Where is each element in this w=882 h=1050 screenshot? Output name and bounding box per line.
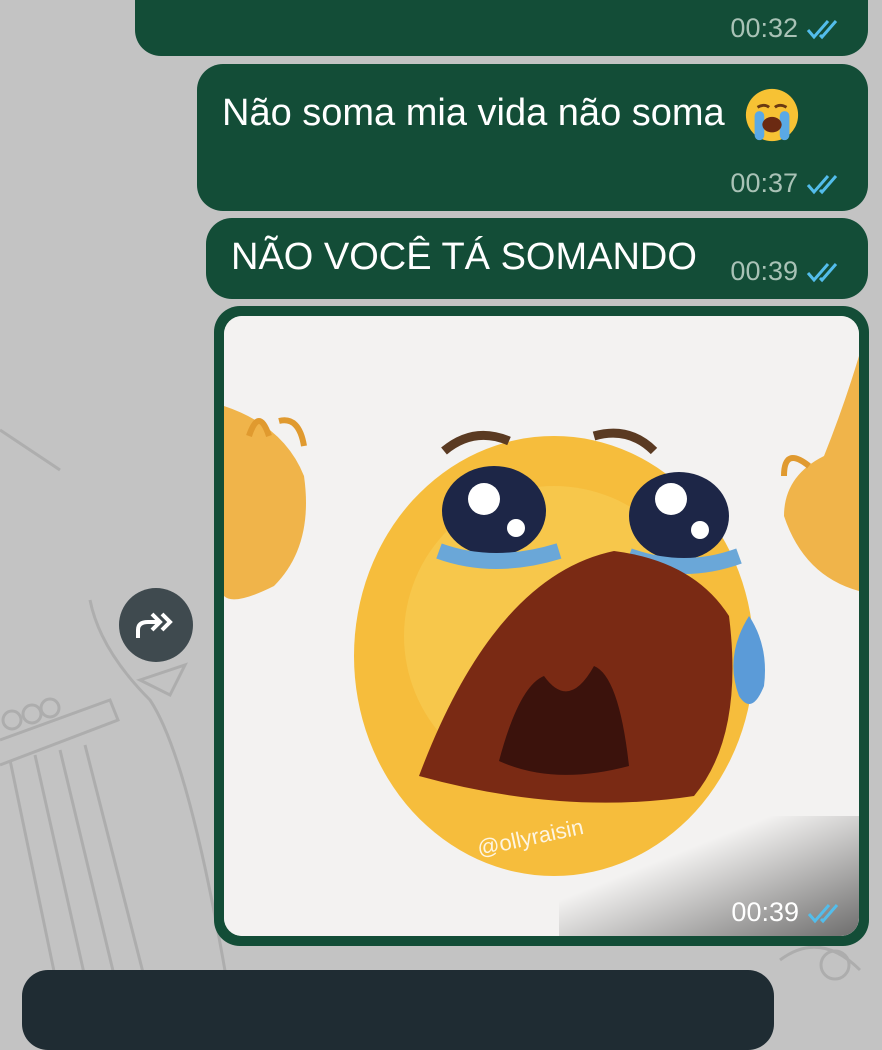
loudly-crying-face-emoji [746,88,799,142]
message-time: 00:32 [730,13,798,43]
message-text: NÃO VOCÊ TÁ SOMANDO [231,236,697,278]
message-meta: 00:37 [730,168,846,199]
outgoing-message-bubble[interactable]: 00:32 [135,0,868,56]
outgoing-message-bubble[interactable]: Não soma mia vida não soma 00:37 [197,64,868,211]
double-check-read-icon [806,262,838,282]
message-meta: 00:39 [731,897,847,928]
message-text: Não soma mia vida não soma [222,92,725,135]
double-check-read-icon [806,19,838,39]
message-image[interactable]: @ollyraisin [224,316,859,936]
message-time: 00:39 [730,256,798,286]
forward-button[interactable] [119,588,193,662]
message-meta: 00:39 [730,256,846,287]
message-time: 00:37 [730,168,798,198]
message-meta: 00:32 [730,13,846,44]
incoming-message-bubble[interactable] [22,970,774,1050]
outgoing-message-bubble[interactable]: NÃO VOCÊ TÁ SOMANDO 00:39 [206,218,868,299]
message-text-row: Não soma mia vida não soma [222,86,801,144]
outgoing-image-message[interactable]: @ollyraisin 00:39 [214,306,869,946]
message-time: 00:39 [731,897,799,927]
double-check-read-icon [807,903,839,923]
forward-arrow-icon [136,612,173,638]
double-check-read-icon [806,174,838,194]
